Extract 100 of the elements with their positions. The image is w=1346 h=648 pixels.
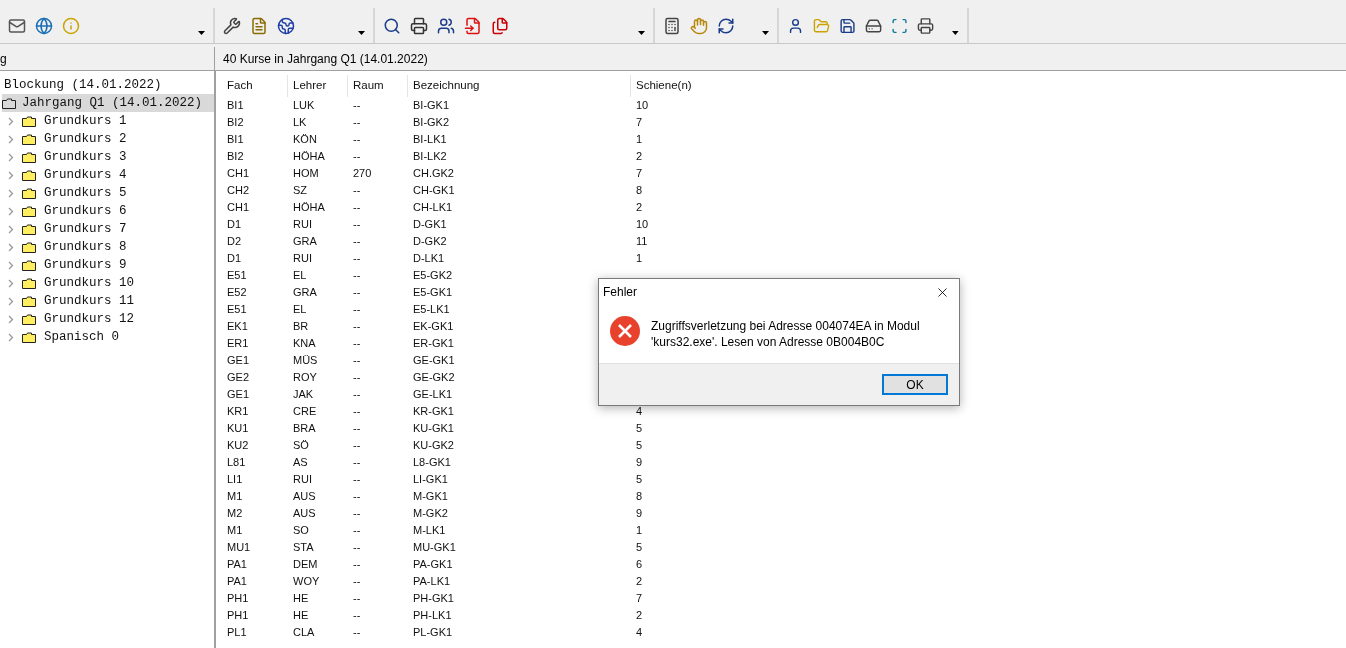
table-cell: PH1 bbox=[227, 609, 249, 622]
table-cell: PA-LK1 bbox=[413, 575, 451, 588]
table-cell: LI1 bbox=[227, 473, 243, 486]
table-cell: E51 bbox=[227, 303, 247, 316]
tools-icon[interactable] bbox=[223, 16, 241, 35]
column-header[interactable]: Fach bbox=[227, 75, 287, 97]
table-cell: 5 bbox=[636, 422, 643, 435]
tree-item[interactable]: Grundkurs 5 bbox=[4, 184, 214, 202]
tree-item[interactable]: Grundkurs 6 bbox=[4, 202, 214, 220]
tree-item[interactable]: Grundkurs 1 bbox=[4, 112, 214, 130]
table-cell: -- bbox=[353, 541, 361, 554]
table-cell: 1 bbox=[636, 252, 643, 265]
document-icon[interactable] bbox=[250, 16, 268, 35]
table-cell: ER-GK1 bbox=[413, 337, 454, 350]
table-cell: E5-LK1 bbox=[413, 303, 450, 316]
save-icon[interactable] bbox=[839, 16, 857, 35]
dropdown-caret-icon[interactable] bbox=[358, 31, 365, 35]
dropdown-caret-icon[interactable] bbox=[762, 31, 769, 35]
column-header[interactable]: Lehrer bbox=[287, 75, 347, 97]
table-cell: -- bbox=[353, 116, 361, 129]
table-cell: SÖ bbox=[293, 439, 309, 452]
table-cell: -- bbox=[353, 609, 361, 622]
tree-item[interactable]: Spanisch 0 bbox=[4, 328, 214, 346]
tree-item[interactable]: Grundkurs 10 bbox=[4, 274, 214, 292]
printer-icon[interactable] bbox=[917, 16, 935, 35]
table-cell: BI-GK2 bbox=[413, 116, 450, 129]
hand-icon[interactable] bbox=[690, 16, 708, 35]
tree-item[interactable]: Grundkurs 7 bbox=[4, 220, 214, 238]
table-cell: M2 bbox=[227, 507, 243, 520]
tree-label: Grundkurs 8 bbox=[44, 238, 127, 256]
table-cell: HE bbox=[293, 609, 309, 622]
folder-icon bbox=[22, 205, 36, 217]
error-icon bbox=[610, 316, 640, 346]
table-cell: 2 bbox=[636, 609, 643, 622]
table-cell: WOY bbox=[293, 575, 320, 588]
table-cell: KU-GK2 bbox=[413, 439, 454, 452]
refresh-icon[interactable] bbox=[717, 16, 735, 35]
table-cell: AUS bbox=[293, 490, 316, 503]
dropdown-caret-icon[interactable] bbox=[638, 31, 645, 35]
table-cell: LK bbox=[293, 116, 307, 129]
table-cell: M-GK2 bbox=[413, 507, 448, 520]
globe-icon[interactable] bbox=[35, 16, 53, 35]
calculator-icon[interactable] bbox=[663, 16, 681, 35]
table-cell: MÜS bbox=[293, 354, 318, 367]
people-icon[interactable] bbox=[437, 16, 455, 35]
table-cell: EK-GK1 bbox=[413, 320, 454, 333]
printer-icon[interactable] bbox=[410, 16, 428, 35]
table-cell: E5-GK2 bbox=[413, 269, 453, 282]
table-cell: EK1 bbox=[227, 320, 248, 333]
mail-icon[interactable] bbox=[8, 16, 26, 35]
table-cell: CLA bbox=[293, 626, 315, 639]
table-cell: D-GK2 bbox=[413, 235, 447, 248]
column-header[interactable]: Schiene(n) bbox=[630, 75, 730, 97]
tree-item[interactable]: Grundkurs 4 bbox=[4, 166, 214, 184]
table-cell: -- bbox=[353, 252, 361, 265]
table-cell: D1 bbox=[227, 252, 242, 265]
tree-label: Grundkurs 9 bbox=[44, 256, 127, 274]
tree-label: Grundkurs 5 bbox=[44, 184, 127, 202]
tree-item[interactable]: Grundkurs 11 bbox=[4, 292, 214, 310]
table-cell: HÖHA bbox=[293, 201, 325, 214]
tree-item[interactable]: Grundkurs 12 bbox=[4, 310, 214, 328]
tree-item[interactable]: Grundkurs 3 bbox=[4, 148, 214, 166]
dropdown-caret-icon[interactable] bbox=[952, 31, 959, 35]
files-icon[interactable] bbox=[491, 16, 509, 35]
table-cell: PH-GK1 bbox=[413, 592, 454, 605]
tree-label: Grundkurs 12 bbox=[44, 310, 134, 328]
table-cell: 10 bbox=[636, 99, 649, 112]
table-cell: PA1 bbox=[227, 558, 247, 571]
table-cell: D-GK1 bbox=[413, 218, 447, 231]
table-cell: 11 bbox=[636, 235, 648, 248]
column-header[interactable]: Raum bbox=[347, 75, 407, 97]
table-cell: MU-GK1 bbox=[413, 541, 456, 554]
dropdown-caret-icon[interactable] bbox=[198, 31, 205, 35]
folder-icon bbox=[22, 331, 36, 343]
table-cell: M1 bbox=[227, 524, 243, 537]
magnifier-icon[interactable] bbox=[383, 16, 401, 35]
table-cell: KNA bbox=[293, 337, 316, 350]
tree-item[interactable]: Grundkurs 2 bbox=[4, 130, 214, 148]
table-cell: 1 bbox=[636, 524, 643, 537]
ok-button[interactable]: OK bbox=[882, 374, 948, 395]
file-arrow-icon[interactable] bbox=[464, 16, 482, 35]
column-header[interactable]: Bezeichnung bbox=[407, 75, 630, 97]
table-cell: GRA bbox=[293, 235, 317, 248]
globe-icon[interactable] bbox=[277, 16, 295, 35]
table-cell: GE1 bbox=[227, 388, 249, 401]
table-cell: 6 bbox=[636, 558, 643, 571]
table-cell: BI-LK1 bbox=[413, 133, 447, 146]
tree-item[interactable]: Grundkurs 8 bbox=[4, 238, 214, 256]
table-cell: SZ bbox=[293, 184, 308, 197]
table-cell: AUS bbox=[293, 507, 316, 520]
tree-item[interactable]: Grundkurs 9 bbox=[4, 256, 214, 274]
table-cell: M-LK1 bbox=[413, 524, 446, 537]
table-cell: LI-GK1 bbox=[413, 473, 448, 486]
tree-item[interactable]: Blockung (14.01.2022) bbox=[4, 76, 214, 94]
table-cell: M1 bbox=[227, 490, 243, 503]
folder-icon bbox=[22, 115, 36, 127]
table-cell: L81 bbox=[227, 456, 246, 469]
table-cell: -- bbox=[353, 354, 361, 367]
table-cell: -- bbox=[353, 558, 361, 571]
table-cell: -- bbox=[353, 218, 361, 231]
